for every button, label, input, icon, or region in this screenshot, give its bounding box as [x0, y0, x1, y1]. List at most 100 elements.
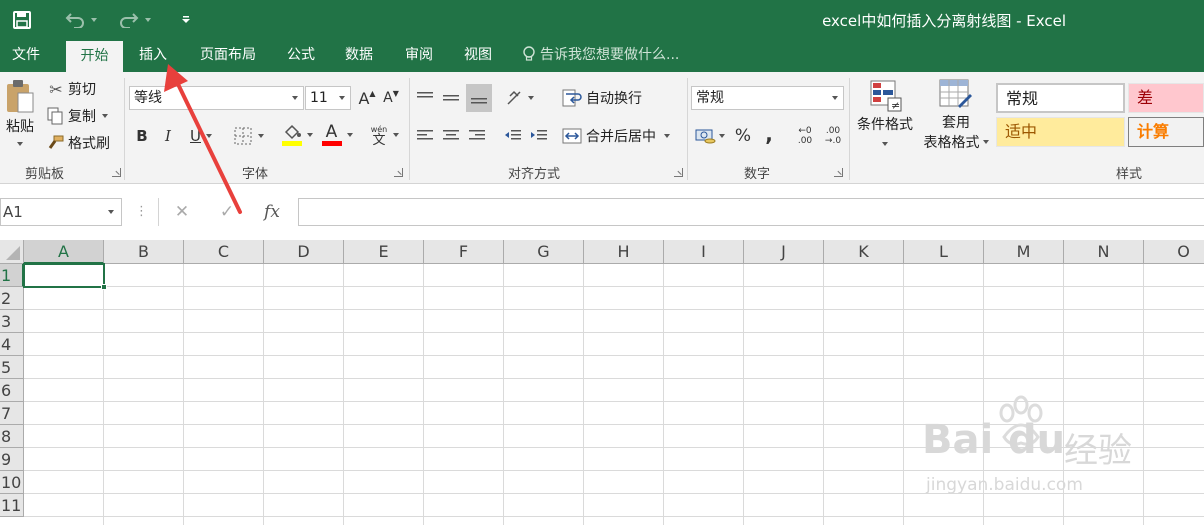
clipboard-launcher-icon[interactable] — [112, 168, 121, 177]
tab-insert[interactable]: 插入 — [128, 40, 178, 72]
styles-group-label: 样式 — [1116, 167, 1143, 182]
column-header[interactable]: I — [664, 240, 744, 264]
font-name-combo[interactable]: 等线 — [129, 86, 304, 110]
row-header[interactable]: 5 — [0, 356, 24, 379]
column-header[interactable]: L — [904, 240, 984, 264]
conditional-formatting-button[interactable]: ≠ 条件格式 — [852, 78, 918, 158]
name-box[interactable]: A1 — [0, 198, 122, 226]
tab-page-layout[interactable]: 页面布局 — [190, 40, 266, 72]
grow-font-icon: A — [358, 88, 370, 108]
alignment-launcher-icon[interactable] — [674, 168, 683, 177]
column-header[interactable]: M — [984, 240, 1064, 264]
row-header[interactable]: 9 — [0, 448, 24, 471]
formula-bar-grip-icon[interactable]: ⋮ — [135, 202, 148, 222]
undo-button[interactable] — [60, 8, 102, 32]
style-bad[interactable]: 差 — [1128, 83, 1204, 113]
percent-button[interactable]: % — [732, 124, 754, 148]
column-header[interactable]: E — [344, 240, 424, 264]
style-normal[interactable]: 常规 — [996, 83, 1125, 113]
format-as-table-button[interactable]: 套用 表格格式 — [920, 78, 992, 158]
tab-review[interactable]: 审阅 — [394, 40, 444, 72]
column-header[interactable]: F — [424, 240, 504, 264]
column-header[interactable]: K — [824, 240, 904, 264]
style-neutral[interactable]: 适中 — [996, 117, 1125, 147]
column-header[interactable]: B — [104, 240, 184, 264]
name-box-value: A1 — [3, 203, 23, 221]
column-header[interactable]: O — [1144, 240, 1204, 264]
row-header[interactable]: 8 — [0, 425, 24, 448]
format-as-table-icon — [939, 79, 972, 108]
column-header[interactable]: J — [744, 240, 824, 264]
row-header[interactable]: 6 — [0, 379, 24, 402]
grow-font-button[interactable]: A ▲ — [356, 86, 378, 110]
shrink-font-button[interactable]: A ▼ — [380, 86, 402, 110]
row-header[interactable]: 1 — [0, 264, 24, 287]
number-launcher-icon[interactable] — [834, 168, 843, 177]
bottom-align-button[interactable] — [466, 84, 492, 112]
clipboard-group-label: 剪贴板 — [25, 167, 65, 182]
fill-color-button[interactable] — [278, 122, 316, 148]
cancel-button[interactable]: ✕ — [170, 201, 194, 223]
active-cell-a1[interactable] — [23, 263, 105, 288]
decrease-decimal-button[interactable]: .00 →.0 — [820, 122, 846, 150]
tab-file[interactable]: 文件 — [0, 40, 52, 72]
insert-function-button[interactable]: fx — [258, 200, 286, 224]
column-header[interactable]: D — [264, 240, 344, 264]
decrease-indent-icon — [505, 130, 521, 140]
tell-me-box[interactable]: 告诉我您想要做什么... — [522, 40, 679, 72]
formula-input[interactable] — [298, 198, 1204, 226]
decrease-indent-button[interactable] — [502, 124, 524, 148]
row-header[interactable]: 11 — [0, 494, 24, 517]
group-divider — [124, 78, 125, 180]
column-header[interactable]: C — [184, 240, 264, 264]
cut-button[interactable]: ✂ 剪切 — [46, 78, 106, 100]
bold-button[interactable]: B — [132, 124, 152, 148]
wrap-text-button[interactable]: 自动换行 — [562, 86, 662, 110]
align-center-button[interactable] — [440, 124, 462, 148]
copy-button[interactable]: 复制 — [46, 105, 118, 127]
column-header[interactable]: N — [1064, 240, 1144, 264]
select-all-button[interactable] — [0, 240, 24, 264]
merge-center-button[interactable]: 合并后居中 — [562, 124, 684, 148]
font-size-combo[interactable]: 11 — [305, 86, 351, 110]
row-header[interactable]: 2 — [0, 287, 24, 310]
tab-home[interactable]: 开始 — [66, 41, 123, 72]
increase-indent-button[interactable] — [528, 124, 550, 148]
column-header[interactable]: A — [24, 240, 104, 264]
enter-button[interactable]: ✓ — [215, 201, 239, 223]
font-launcher-icon[interactable] — [394, 168, 403, 177]
top-align-button[interactable] — [414, 86, 436, 110]
font-color-button[interactable]: A — [318, 122, 356, 148]
customize-qat-icon[interactable] — [176, 8, 196, 32]
column-header[interactable]: G — [504, 240, 584, 264]
save-icon[interactable] — [10, 8, 34, 32]
borders-button[interactable] — [230, 124, 268, 148]
align-right-button[interactable] — [466, 124, 488, 148]
comma-button[interactable]: , — [758, 122, 780, 146]
tab-view[interactable]: 视图 — [453, 40, 503, 72]
increase-decimal-button[interactable]: ←0 .00 — [792, 122, 818, 150]
italic-button[interactable]: I — [158, 124, 178, 148]
lightbulb-icon — [523, 46, 535, 61]
column-header[interactable]: H — [584, 240, 664, 264]
tab-data[interactable]: 数据 — [334, 40, 384, 72]
row-header[interactable]: 10 — [0, 471, 24, 494]
number-format-combo[interactable]: 常规 — [691, 86, 844, 110]
middle-align-button[interactable] — [440, 86, 462, 110]
paste-button[interactable]: 粘贴 — [2, 78, 38, 154]
svg-text:≠: ≠ — [891, 99, 900, 112]
phonetic-button[interactable]: wén 文 — [366, 120, 404, 150]
format-painter-button[interactable]: 格式刷 — [46, 132, 118, 154]
tab-formulas[interactable]: 公式 — [276, 40, 326, 72]
fill-color-icon — [281, 124, 302, 146]
row-header[interactable]: 7 — [0, 402, 24, 425]
orientation-button[interactable] — [502, 86, 538, 110]
accounting-format-button[interactable] — [692, 124, 728, 148]
style-calculation[interactable]: 计算 — [1128, 117, 1204, 147]
row-header[interactable]: 3 — [0, 310, 24, 333]
redo-button[interactable] — [114, 8, 156, 32]
align-left-button[interactable] — [414, 124, 436, 148]
underline-button[interactable]: U — [184, 124, 218, 148]
fill-handle[interactable] — [101, 284, 107, 290]
row-header[interactable]: 4 — [0, 333, 24, 356]
